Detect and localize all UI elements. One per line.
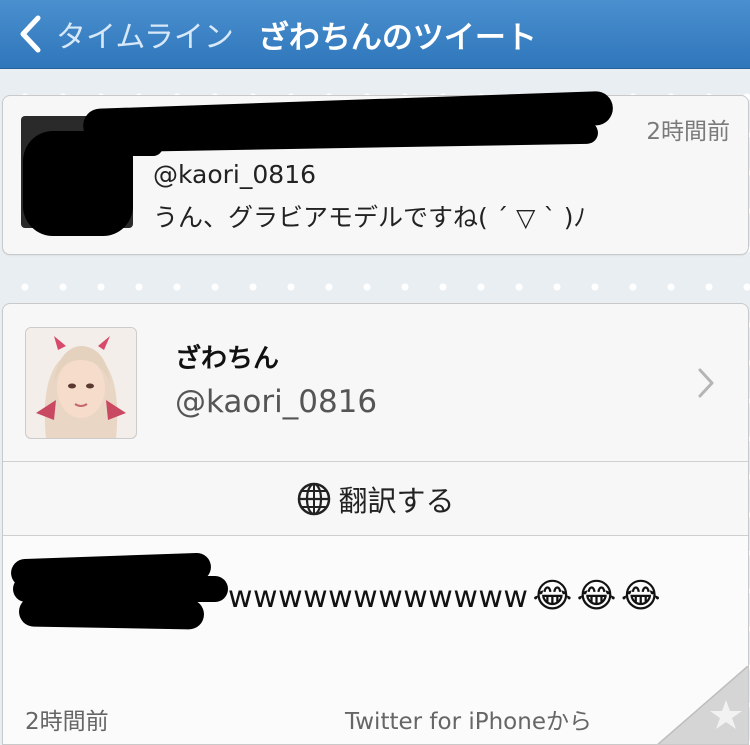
redaction-mark (103, 136, 163, 156)
star-icon[interactable] (656, 666, 748, 745)
display-name: ざわちん (175, 344, 280, 374)
tweet-timestamp: 2時間前 (25, 709, 109, 735)
back-label: タイムライン (56, 20, 234, 55)
redaction-mark (18, 596, 205, 630)
navigation-bar: タイムライン ざわちんのツイート (0, 0, 750, 69)
emoji: 😂 (620, 576, 662, 616)
back-button[interactable]: タイムライン (0, 0, 234, 68)
main-tweet-card: ざわちん @kaori_0816 翻訳する wwwwwwwwwwww 😂 😂 😂 2時… (2, 303, 749, 745)
tweet-body: wwwwwwwwwwww 😂 😂 😂 2時間前 Twitter for iPhoneか… (3, 536, 748, 745)
tweet-text: wwwwwwwwwwww 😂 😂 😂 (228, 576, 661, 616)
translate-button[interactable]: 翻訳する (3, 462, 748, 535)
profile-photo (26, 328, 136, 438)
tweet-text-content: wwwwwwwwwwww (228, 580, 529, 615)
translate-label: 翻訳する (338, 483, 455, 518)
chevron-right-icon (698, 368, 714, 398)
tweet-handle[interactable]: @kaori_0816 (153, 160, 316, 189)
profile-row[interactable]: ざわちん @kaori_0816 (3, 304, 748, 461)
chevron-left-icon (20, 15, 41, 53)
tweet-text: うん、グラビアモデルですね( ´ ▽ ` )ﾉ (153, 203, 587, 232)
tweet-timestamp: 2時間前 (646, 119, 730, 145)
emoji: 😂 (532, 576, 573, 616)
tweet-source: Twitter for iPhoneから (345, 709, 592, 735)
avatar[interactable] (25, 327, 137, 439)
globe-icon (298, 482, 331, 515)
emoji: 😂 (576, 576, 617, 616)
reply-tweet-card[interactable]: 2時間前 @kaori_0816 うん、グラビアモデルですね( ´ ▽ ` )ﾉ (2, 90, 749, 255)
page-title: ざわちんのツイート (257, 19, 537, 56)
tweet-handle: @kaori_0816 (175, 384, 378, 420)
